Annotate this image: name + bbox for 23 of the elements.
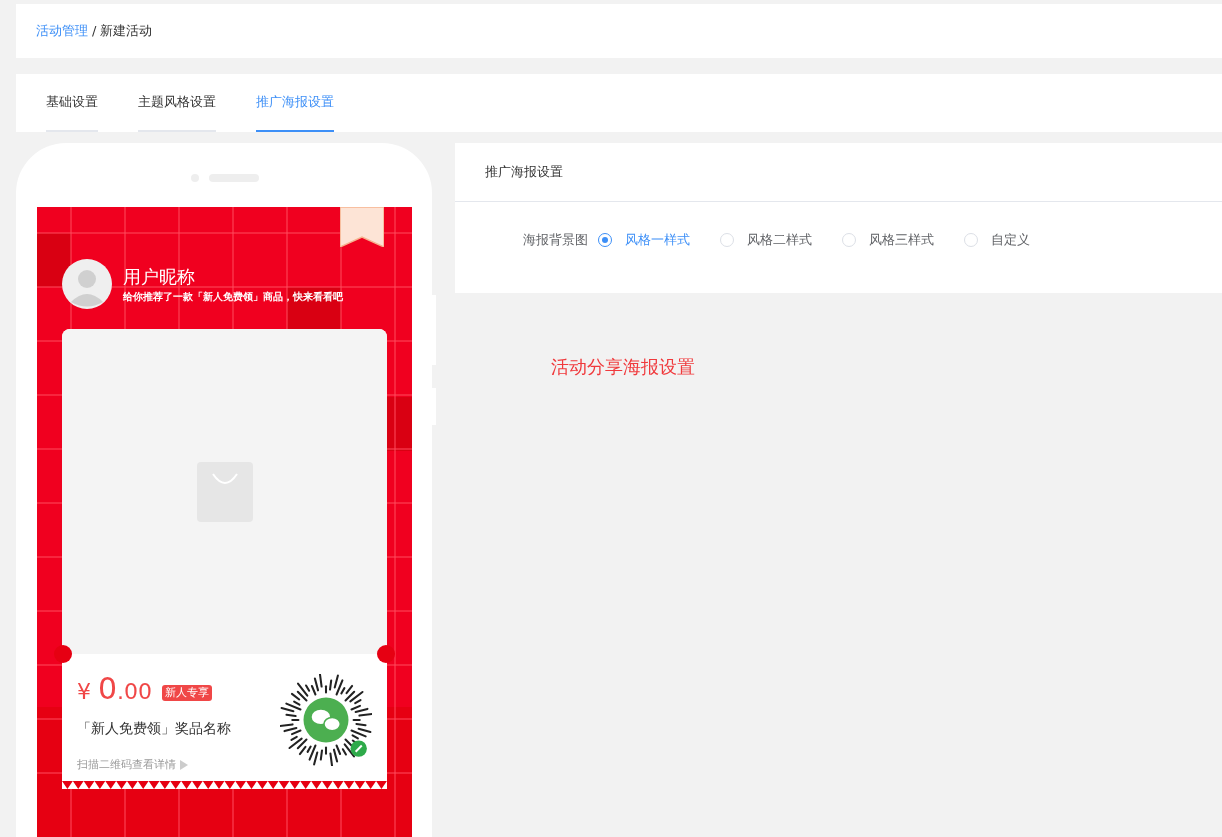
radio-option[interactable]: 风格二样式 <box>720 230 812 250</box>
section-heading: 活动分享海报设置 <box>551 355 695 379</box>
panel-title: 推广海报设置 <box>485 163 563 182</box>
breadcrumb-text: 新建活动 <box>100 22 153 41</box>
recommend-text: 给你推荐了一款「新人免费领」商品，快来看看吧 <box>123 289 343 304</box>
ribbon-icon <box>340 207 384 247</box>
new-user-tag: 新人专享 <box>162 684 213 701</box>
avatar-icon <box>62 259 112 309</box>
tab[interactable]: 推广海报设置 <box>256 74 334 132</box>
play-triangle-icon <box>180 760 188 771</box>
tab[interactable]: 主题风格设置 <box>138 74 216 132</box>
user-nickname: 用户昵称 <box>123 264 196 289</box>
breadcrumb-link[interactable]: 活动管理 <box>36 21 88 41</box>
shopping-bag-icon <box>196 461 253 522</box>
radio-option[interactable]: 自定义 <box>964 230 1030 250</box>
radio-option[interactable]: 风格三样式 <box>842 230 934 250</box>
radio-option[interactable]: 风格一样式 <box>598 230 690 250</box>
tab[interactable]: 基础设置 <box>46 74 98 132</box>
field-label: 海报背景图 <box>523 231 588 250</box>
product-name: 「新人免费领」奖品名称 <box>77 719 232 738</box>
price-text: ¥ 0.00 <box>77 674 153 704</box>
breadcrumb-text: / <box>92 22 97 41</box>
scan-hint: 扫描二维码查看详情 <box>77 757 176 773</box>
